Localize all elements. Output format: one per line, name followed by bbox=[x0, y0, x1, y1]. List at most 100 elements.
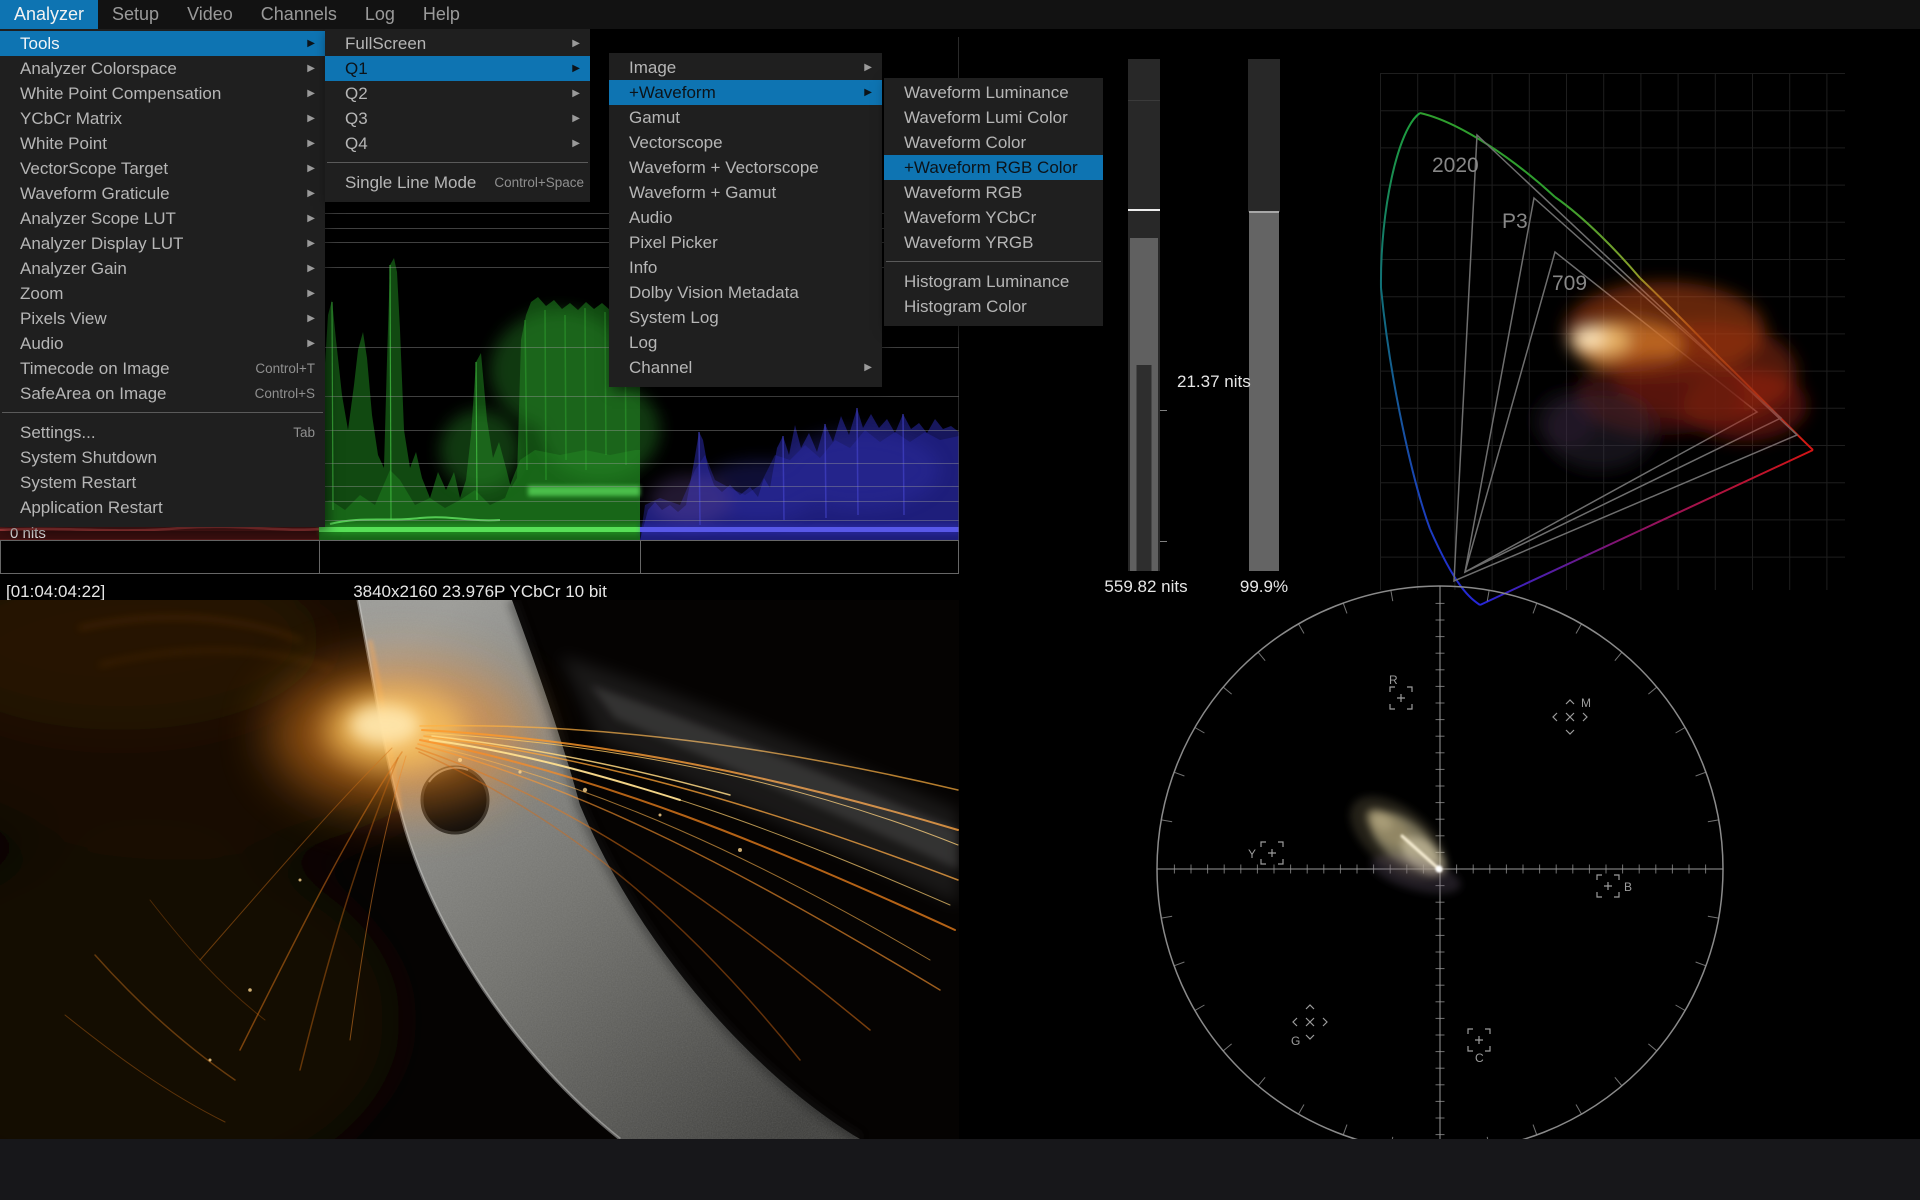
menubar-item-help[interactable]: Help bbox=[409, 0, 474, 29]
q1-submenu: Image▶+Waveform▶GamutVectorscopeWaveform… bbox=[609, 53, 882, 387]
menu-item-label: SafeArea on Image bbox=[20, 381, 166, 406]
menu-item-label: VectorScope Target bbox=[20, 156, 168, 181]
menu-item-vectorscope-target[interactable]: VectorScope Target▶ bbox=[0, 156, 325, 181]
target-b bbox=[1597, 875, 1619, 897]
target-r bbox=[1390, 687, 1412, 709]
menu-item-label: Waveform Color bbox=[904, 130, 1026, 155]
menu-item-q4[interactable]: Q4 ▶ bbox=[325, 131, 590, 156]
submenu-arrow-icon: ▶ bbox=[302, 281, 315, 306]
menu-item-gamut[interactable]: Gamut bbox=[609, 105, 882, 130]
menu-item-label: Dolby Vision Metadata bbox=[629, 280, 799, 305]
menu-item-histogram-luminance[interactable]: Histogram Luminance bbox=[884, 269, 1103, 294]
submenu-arrow-icon: ▶ bbox=[302, 331, 315, 356]
menu-item-waveform-graticule[interactable]: Waveform Graticule▶ bbox=[0, 181, 325, 206]
menu-item-label: Histogram Luminance bbox=[904, 269, 1069, 294]
menu-item-label: White Point bbox=[20, 131, 107, 156]
menu-item-label: Waveform Lumi Color bbox=[904, 105, 1068, 130]
menu-item-label: Log bbox=[629, 330, 657, 355]
menubar-item-channels[interactable]: Channels bbox=[247, 0, 351, 29]
menu-item-waveform-gamut[interactable]: Waveform + Gamut bbox=[609, 180, 882, 205]
menu-item-analyzer-gain[interactable]: Analyzer Gain▶ bbox=[0, 256, 325, 281]
target-label-g: G bbox=[1291, 1034, 1300, 1048]
menu-item-image[interactable]: Image▶ bbox=[609, 55, 882, 80]
menu-item-analyzer-colorspace[interactable]: Analyzer Colorspace▶ bbox=[0, 56, 325, 81]
menubar-item-video[interactable]: Video bbox=[173, 0, 247, 29]
menu-item-analyzer-scope-lut[interactable]: Analyzer Scope LUT▶ bbox=[0, 206, 325, 231]
menu-item-single-line-mode[interactable]: Single Line ModeControl+Space bbox=[325, 170, 590, 195]
menu-item-waveform-lumi-color[interactable]: Waveform Lumi Color bbox=[884, 105, 1103, 130]
submenu-arrow-icon: ▶ bbox=[302, 81, 315, 106]
analyzer-menu: Tools▶Analyzer Colorspace▶White Point Co… bbox=[0, 29, 325, 527]
menu-item-waveform-rgb[interactable]: Waveform RGB bbox=[884, 180, 1103, 205]
menu-item-channel[interactable]: Channel▶ bbox=[609, 355, 882, 380]
submenu-arrow-icon: ▶ bbox=[567, 131, 580, 156]
menu-item-waveform-ycbcr[interactable]: Waveform YCbCr bbox=[884, 205, 1103, 230]
menu-item-vectorscope[interactable]: Vectorscope bbox=[609, 130, 882, 155]
menu-bar: Analyzer Setup Video Channels Log Help bbox=[0, 0, 1920, 29]
menu-item-ycbcr-matrix[interactable]: YCbCr Matrix▶ bbox=[0, 106, 325, 131]
target-label-c: C bbox=[1475, 1051, 1484, 1065]
menu-item-shortcut: Tab bbox=[293, 420, 315, 445]
submenu-arrow-icon: ▶ bbox=[302, 256, 315, 281]
menu-item-label: Settings... bbox=[20, 420, 96, 445]
tools-submenu: FullScreen▶Q1▶Q2▶Q3▶Q4▶Single Line ModeC… bbox=[325, 29, 590, 202]
waveform-submenu: Waveform LuminanceWaveform Lumi ColorWav… bbox=[884, 78, 1103, 326]
menu-item-tools[interactable]: Tools▶ bbox=[0, 31, 325, 56]
menu-separator bbox=[2, 412, 323, 413]
menu-item-histogram-color[interactable]: Histogram Color bbox=[884, 294, 1103, 319]
menubar-item-analyzer[interactable]: Analyzer bbox=[0, 0, 98, 29]
menu-item-zoom[interactable]: Zoom▶ bbox=[0, 281, 325, 306]
menu-item-waveform-luminance[interactable]: Waveform Luminance bbox=[884, 80, 1103, 105]
cie-data-cloud bbox=[1535, 282, 1807, 470]
submenu-arrow-icon: ▶ bbox=[302, 306, 315, 331]
menu-item-q2[interactable]: Q2▶ bbox=[325, 81, 590, 106]
submenu-arrow-icon: ▶ bbox=[859, 355, 872, 380]
menu-item-settings[interactable]: Settings... Tab bbox=[0, 420, 325, 445]
menu-item-waveform-rgb-color[interactable]: +Waveform RGB Color bbox=[884, 155, 1103, 180]
menu-item-white-point[interactable]: White Point▶ bbox=[0, 131, 325, 156]
menu-item-label: FullScreen bbox=[345, 31, 426, 56]
menu-item-q1[interactable]: Q1▶ bbox=[325, 56, 590, 81]
menubar-item-setup[interactable]: Setup bbox=[98, 0, 173, 29]
menu-item-waveform-color[interactable]: Waveform Color bbox=[884, 130, 1103, 155]
menu-item-pixels-view[interactable]: Pixels View▶ bbox=[0, 306, 325, 331]
submenu-arrow-icon: ▶ bbox=[567, 106, 580, 131]
menu-item-shortcut: Control+T bbox=[255, 356, 315, 381]
menu-item-label: Waveform + Gamut bbox=[629, 180, 776, 205]
submenu-arrow-icon: ▶ bbox=[302, 56, 315, 81]
menu-item-safearea-on-image[interactable]: SafeArea on ImageControl+S bbox=[0, 381, 325, 406]
menu-item-label: YCbCr Matrix bbox=[20, 106, 122, 131]
menu-item-system-log[interactable]: System Log bbox=[609, 305, 882, 330]
menu-item-log[interactable]: Log bbox=[609, 330, 882, 355]
menu-item-label: Gamut bbox=[629, 105, 680, 130]
menu-item-label: Histogram Color bbox=[904, 294, 1027, 319]
menu-item-white-point-compensation[interactable]: White Point Compensation▶ bbox=[0, 81, 325, 106]
menu-item-label: Q2 bbox=[345, 81, 368, 106]
menu-item-pixel-picker[interactable]: Pixel Picker bbox=[609, 230, 882, 255]
menu-item-info[interactable]: Info bbox=[609, 255, 882, 280]
menu-item-audio[interactable]: Audio bbox=[609, 205, 882, 230]
menubar-item-log[interactable]: Log bbox=[351, 0, 409, 29]
waveform-ruler-strip bbox=[0, 540, 959, 574]
menu-item-q3[interactable]: Q3▶ bbox=[325, 106, 590, 131]
vectorscope-trace bbox=[1335, 780, 1464, 901]
menu-item-label: Waveform + Vectorscope bbox=[629, 155, 819, 180]
menu-item-analyzer-display-lut[interactable]: Analyzer Display LUT▶ bbox=[0, 231, 325, 256]
menu-item-application-restart[interactable]: Application Restart bbox=[0, 495, 325, 520]
menu-item-system-shutdown[interactable]: System Shutdown bbox=[0, 445, 325, 470]
menu-item-waveform-yrgb[interactable]: Waveform YRGB bbox=[884, 230, 1103, 255]
submenu-arrow-icon: ▶ bbox=[302, 31, 315, 56]
menu-item-fullscreen[interactable]: FullScreen▶ bbox=[325, 31, 590, 56]
menu-item-timecode-on-image[interactable]: Timecode on ImageControl+T bbox=[0, 356, 325, 381]
menu-item-waveform[interactable]: +Waveform▶ bbox=[609, 80, 882, 105]
menu-item-label: Q4 bbox=[345, 131, 368, 156]
label-p3: P3 bbox=[1502, 210, 1528, 233]
menu-item-waveform-vectorscope[interactable]: Waveform + Vectorscope bbox=[609, 155, 882, 180]
label-709: 709 bbox=[1552, 272, 1587, 295]
menu-item-label: Audio bbox=[20, 331, 63, 356]
menu-item-dolby-vision-metadata[interactable]: Dolby Vision Metadata bbox=[609, 280, 882, 305]
menu-item-audio[interactable]: Audio ▶ bbox=[0, 331, 325, 356]
menu-item-label: System Log bbox=[629, 305, 719, 330]
menu-item-system-restart[interactable]: System Restart bbox=[0, 470, 325, 495]
menu-item-label: Analyzer Scope LUT bbox=[20, 206, 176, 231]
